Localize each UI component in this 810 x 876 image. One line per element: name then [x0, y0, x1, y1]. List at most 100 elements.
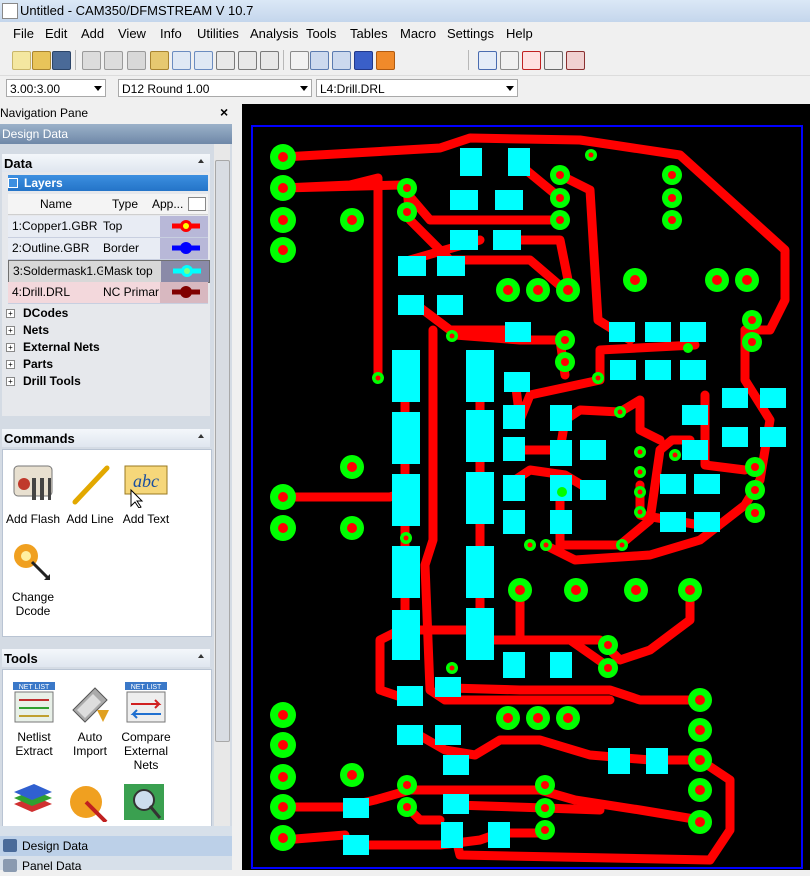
layer-row[interactable]: 2:Outline.GBR Border — [8, 238, 208, 260]
select-icon[interactable] — [127, 51, 146, 70]
tools-section-header[interactable]: Tools — [2, 649, 210, 667]
trace — [278, 173, 383, 383]
add-text-command[interactable]: abc Add Text — [116, 462, 176, 526]
tree-item-external-nets[interactable]: + External Nets — [6, 339, 208, 355]
layer-row[interactable]: 1:Copper1.GBR Top — [8, 216, 208, 238]
grid-icon[interactable] — [310, 51, 329, 70]
menu-view[interactable]: View — [118, 26, 146, 41]
layer-color-icon[interactable] — [354, 51, 373, 70]
menu-file[interactable]: File — [13, 26, 34, 41]
menu-analysis[interactable]: Analysis — [250, 26, 298, 41]
delete-icon[interactable] — [522, 51, 541, 70]
collapse-icon[interactable] — [8, 178, 18, 188]
menu-add[interactable]: Add — [81, 26, 104, 41]
highlight-icon[interactable] — [376, 51, 395, 70]
menu-help[interactable]: Help — [506, 26, 533, 41]
tree-item-drill-tools[interactable]: + Drill Tools — [6, 373, 208, 389]
trace — [278, 485, 415, 502]
redo-icon[interactable] — [104, 51, 123, 70]
menu-info[interactable]: Info — [160, 26, 182, 41]
column-options-icon[interactable] — [188, 197, 206, 211]
mirror-icon[interactable] — [566, 51, 585, 70]
add-flash-command[interactable]: Add Flash — [4, 462, 62, 526]
tree-item-nets[interactable]: + Nets — [6, 322, 208, 338]
print-icon[interactable] — [150, 51, 169, 70]
rotate-icon[interactable] — [544, 51, 563, 70]
zoom-out-icon[interactable] — [194, 51, 213, 70]
redraw-icon[interactable] — [260, 51, 279, 70]
layer-type: Mask top — [104, 264, 153, 278]
move-icon[interactable] — [478, 51, 497, 70]
layer-row[interactable]: 4:Drill.DRL NC Primary — [8, 282, 208, 304]
menu-tables[interactable]: Tables — [350, 26, 388, 41]
menu-edit[interactable]: Edit — [45, 26, 67, 41]
zoom-window-icon[interactable] — [216, 51, 235, 70]
layers-tree-header[interactable]: Layers — [8, 175, 208, 191]
layer-select[interactable]: L4:Drill.DRL — [316, 79, 518, 97]
grid-select[interactable]: 3.00:3.00 — [6, 79, 106, 97]
design-data-icon — [3, 839, 17, 852]
layer-type: Top — [103, 219, 123, 233]
expand-icon[interactable]: + — [6, 309, 15, 318]
undo-icon[interactable] — [82, 51, 101, 70]
zoom-all-icon[interactable] — [238, 51, 257, 70]
tree-item-dcodes[interactable]: + DCodes — [6, 305, 208, 321]
close-icon[interactable]: × — [220, 104, 228, 120]
auto-import-tool[interactable]: Auto Import — [62, 680, 118, 758]
column-type[interactable]: Type — [112, 197, 138, 211]
column-name[interactable]: Name — [40, 197, 72, 211]
layer-color-swatch[interactable] — [161, 261, 209, 282]
pcb-drawing[interactable] — [242, 104, 810, 870]
chevron-down-icon — [300, 86, 308, 91]
change-dcode-command[interactable]: Change Dcode — [4, 540, 62, 618]
toolbar-separator — [75, 50, 76, 70]
netlist-extract-tool[interactable]: NET LIST Netlist Extract — [4, 680, 64, 758]
collapse-icon[interactable] — [198, 654, 204, 658]
tab-label: Panel Data — [22, 859, 82, 873]
new-file-icon[interactable] — [12, 51, 31, 70]
net-inspect-icon[interactable] — [122, 782, 168, 822]
column-app[interactable]: App... — [152, 197, 183, 211]
expand-icon[interactable]: + — [6, 343, 15, 352]
pcb-canvas[interactable] — [242, 104, 810, 870]
tab-design-data[interactable]: Design Data — [0, 836, 232, 856]
collapse-icon[interactable] — [198, 434, 204, 438]
drill-icon[interactable] — [66, 782, 112, 824]
open-folder-icon[interactable] — [32, 51, 51, 70]
data-section-header[interactable]: Data — [2, 154, 210, 172]
tree-item-parts[interactable]: + Parts — [6, 356, 208, 372]
expand-icon[interactable]: + — [6, 377, 15, 386]
layer-row-selected[interactable]: 3:Soldermask1.GBR Mask top — [8, 260, 210, 283]
menu-macro[interactable]: Macro — [400, 26, 436, 41]
compare-external-nets-tool[interactable]: NET LIST Compare External Nets — [116, 680, 176, 772]
tree-item-label: Nets — [23, 323, 50, 337]
grid-dots-icon[interactable] — [332, 51, 351, 70]
commands-section-header[interactable]: Commands — [2, 429, 210, 447]
layer-color-swatch[interactable] — [160, 216, 208, 237]
layer-stack-icon[interactable] — [10, 782, 56, 822]
zoom-in-icon[interactable] — [172, 51, 191, 70]
tools-section-title: Tools — [4, 651, 38, 666]
menu-utilities[interactable]: Utilities — [197, 26, 239, 41]
collapse-icon[interactable] — [198, 159, 204, 163]
layer-color-swatch[interactable] — [160, 282, 208, 303]
design-data-header: Design Data — [0, 124, 232, 144]
expand-icon[interactable]: + — [6, 326, 15, 335]
snap-icon[interactable] — [290, 51, 309, 70]
copy-icon[interactable] — [500, 51, 519, 70]
expand-icon[interactable]: + — [6, 360, 15, 369]
menu-tools[interactable]: Tools — [306, 26, 336, 41]
copper-traces — [278, 133, 790, 865]
navigation-pane-header: Navigation Pane × — [0, 104, 236, 122]
layer-color-swatch[interactable] — [160, 238, 208, 259]
layer-type: NC Primary — [103, 285, 159, 299]
add-line-command[interactable]: Add Line — [62, 462, 118, 526]
tab-panel-data[interactable]: Panel Data — [0, 856, 232, 876]
save-icon[interactable] — [52, 51, 71, 70]
menu-settings[interactable]: Settings — [447, 26, 494, 41]
tab-label: Design Data — [22, 839, 89, 853]
dcode-select[interactable]: D12 Round 1.00 — [118, 79, 312, 97]
scrollbar-thumb[interactable] — [215, 160, 230, 742]
navigation-pane-title: Navigation Pane — [0, 106, 89, 120]
add-text-label: Add Text — [122, 512, 170, 526]
